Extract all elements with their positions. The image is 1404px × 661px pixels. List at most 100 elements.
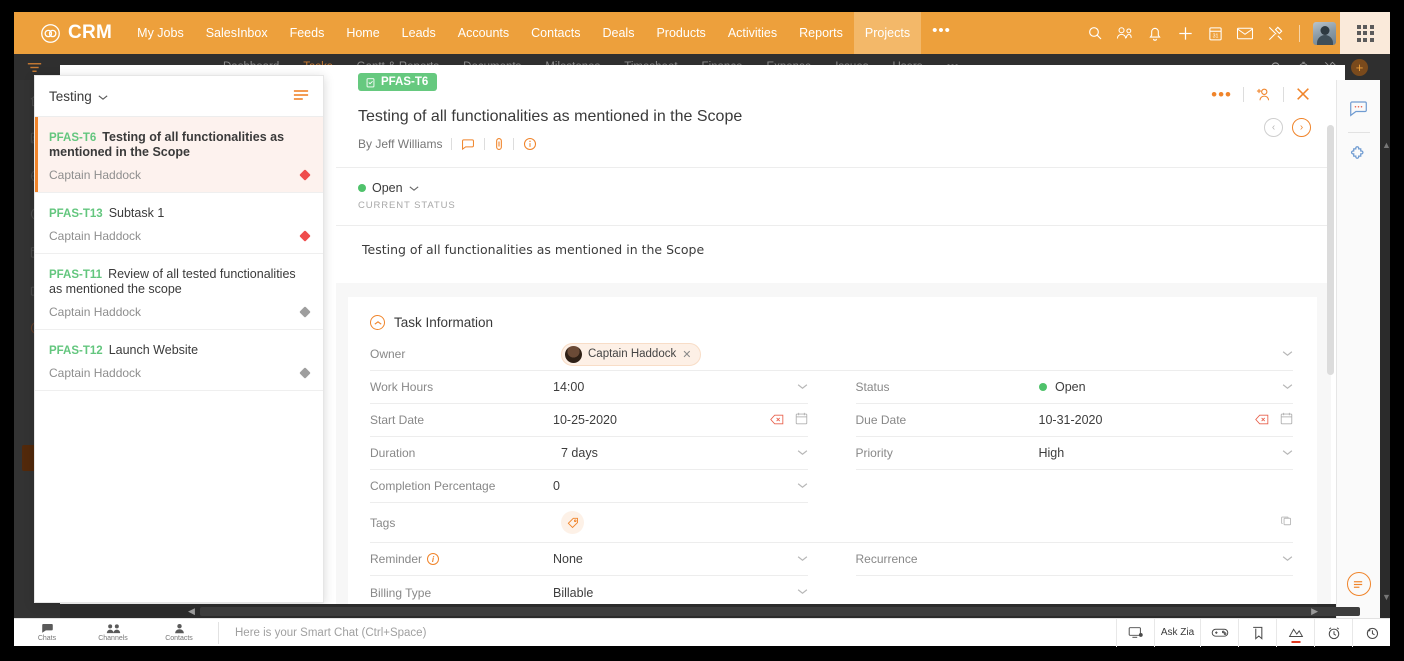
topnav-item-activities[interactable]: Activities (717, 12, 788, 54)
field-value-due-date[interactable]: 10-31-2020 (1039, 413, 1256, 427)
info-icon[interactable] (523, 137, 537, 151)
topnav-more-button[interactable]: ••• (921, 12, 962, 54)
search-icon[interactable] (1080, 12, 1110, 54)
field-value-reminder[interactable]: None (553, 552, 791, 566)
chats-tab[interactable]: Chats (14, 623, 80, 642)
status-field-text: Open (1054, 380, 1086, 394)
contacts-tab[interactable]: Contacts (146, 623, 212, 642)
scroll-down-arrow[interactable]: ▼ (1382, 592, 1391, 602)
top-navigation-bar: CRM My Jobs SalesInbox Feeds Home Leads … (14, 12, 1390, 54)
topnav-item-contacts[interactable]: Contacts (520, 12, 591, 54)
topnav-item-salesinbox[interactable]: SalesInbox (195, 12, 279, 54)
billing-chevron-down-icon[interactable] (791, 587, 808, 598)
reminder-info-icon[interactable]: i (427, 553, 440, 565)
filter-icon[interactable] (293, 89, 309, 104)
horizontal-scroll-thumb[interactable] (200, 606, 1360, 616)
add-tag-icon[interactable] (561, 511, 584, 534)
topnav-item-accounts[interactable]: Accounts (447, 12, 520, 54)
list-item[interactable]: PFAS-T13 Subtask 1 Captain Haddock (35, 193, 323, 254)
work-hours-chevron-down-icon[interactable] (791, 382, 808, 393)
calendar-icon[interactable]: 31 (1200, 12, 1230, 54)
field-value-billing[interactable]: Billable (553, 586, 791, 600)
copy-tags-icon[interactable] (1274, 515, 1293, 531)
list-item[interactable]: PFAS-T11 Review of all tested functionali… (35, 254, 323, 330)
owner-chip[interactable]: Captain Haddock ✕ (561, 342, 702, 366)
brand-logo-area[interactable]: CRM (14, 22, 126, 44)
topnav-item-feeds[interactable]: Feeds (279, 12, 336, 54)
topnav-item-products[interactable]: Products (645, 12, 716, 54)
channels-tab[interactable]: Channels (80, 623, 146, 642)
list-item[interactable]: PFAS-T6 Testing of all functionalities as… (35, 117, 323, 193)
collapse-chevron-up-icon[interactable] (370, 315, 385, 330)
byline-author: By Jeff Williams (358, 137, 443, 151)
clear-date-icon[interactable] (769, 413, 784, 428)
task-description: Testing of all functionalities as mentio… (336, 226, 1331, 283)
field-row-completion: Completion Percentage 0 (370, 470, 1293, 503)
field-value-start-date[interactable]: 10-25-2020 (553, 413, 770, 427)
next-record-button[interactable]: › (1292, 118, 1311, 137)
right-icon-rail (1336, 80, 1380, 620)
due-calendar-picker-icon[interactable] (1280, 412, 1293, 428)
ask-zia-button[interactable]: Ask Zia (1154, 618, 1200, 647)
field-work-hours: Work Hours 14:00 (370, 371, 808, 404)
scroll-right-arrow[interactable]: ▶ (1311, 606, 1318, 617)
plus-icon[interactable] (1170, 12, 1200, 54)
attachment-icon[interactable] (494, 137, 504, 151)
collapse-panel-icon[interactable] (1346, 572, 1371, 596)
list-item-meta: Captain Haddock (49, 229, 311, 243)
field-label-duration: Duration (370, 446, 416, 460)
smart-chat-input[interactable]: Here is your Smart Chat (Ctrl+Space) (225, 627, 1116, 639)
bell-icon[interactable] (1140, 12, 1170, 54)
extensions-puzzle-icon[interactable] (1349, 145, 1368, 166)
apps-grid-icon[interactable] (1340, 12, 1390, 54)
topnav-item-deals[interactable]: Deals (592, 12, 646, 54)
more-options-button[interactable]: ••• (1211, 86, 1232, 103)
analytics-icon[interactable] (1276, 618, 1314, 647)
owner-chevron-down-icon[interactable] (1276, 349, 1293, 360)
field-value-priority[interactable]: High (1039, 446, 1277, 460)
list-item[interactable]: PFAS-T12 Launch Website Captain Haddock (35, 330, 323, 391)
field-value-completion[interactable]: 0 (553, 479, 791, 493)
topnav-item-home[interactable]: Home (335, 12, 390, 54)
reminder-chevron-down-icon[interactable] (791, 554, 808, 565)
avatar[interactable] (1313, 21, 1336, 45)
remove-owner-icon[interactable]: ✕ (682, 348, 691, 361)
field-label-work-hours: Work Hours (370, 380, 434, 394)
calendar-picker-icon[interactable] (795, 412, 808, 428)
topnav-item-my-jobs[interactable]: My Jobs (126, 12, 195, 54)
clear-due-date-icon[interactable] (1255, 413, 1269, 428)
topnav-item-reports[interactable]: Reports (788, 12, 854, 54)
page-title: Testing of all functionalities as mentio… (358, 108, 743, 125)
duration-chevron-down-icon[interactable] (791, 448, 808, 459)
close-icon[interactable] (1295, 86, 1311, 102)
users-icon[interactable] (1110, 12, 1140, 54)
recurrence-chevron-down-icon[interactable] (1276, 554, 1293, 565)
field-value-status[interactable]: Open (1038, 380, 1277, 394)
priority-chevron-down-icon[interactable] (1276, 448, 1293, 459)
completion-chevron-down-icon[interactable] (791, 481, 808, 492)
tools-icon[interactable] (1260, 12, 1290, 54)
task-list-view-selector[interactable]: Testing (49, 89, 108, 104)
history-clock-icon[interactable] (1352, 618, 1390, 647)
scroll-up-arrow[interactable]: ▲ (1382, 140, 1391, 150)
envelope-icon[interactable] (1230, 12, 1260, 54)
scroll-left-arrow[interactable]: ◀ (188, 606, 195, 617)
status-chevron-down-icon[interactable] (1276, 382, 1293, 393)
note-flag-icon[interactable] (1238, 618, 1276, 647)
field-value-work-hours[interactable]: 14:00 (553, 380, 791, 394)
add-user-icon[interactable] (1255, 87, 1272, 102)
chat-bubble-icon[interactable] (1349, 100, 1368, 120)
screen-share-icon[interactable] (1116, 618, 1154, 647)
subnav-menu-icon[interactable] (14, 62, 54, 73)
chevron-down-icon (409, 181, 419, 195)
status-dropdown[interactable]: Open (358, 181, 1309, 195)
game-controller-icon[interactable] (1200, 618, 1238, 647)
previous-record-button[interactable]: ‹ (1264, 118, 1283, 137)
comment-icon[interactable] (461, 138, 475, 151)
topnav-item-projects[interactable]: Projects (853, 12, 922, 54)
topnav-item-leads[interactable]: Leads (391, 12, 447, 54)
field-value-duration[interactable]: 7 days (553, 446, 791, 460)
vertical-scrollbar[interactable] (1327, 125, 1334, 375)
subnav-add-button[interactable]: + (1351, 58, 1368, 76)
alarm-clock-icon[interactable] (1314, 618, 1352, 647)
